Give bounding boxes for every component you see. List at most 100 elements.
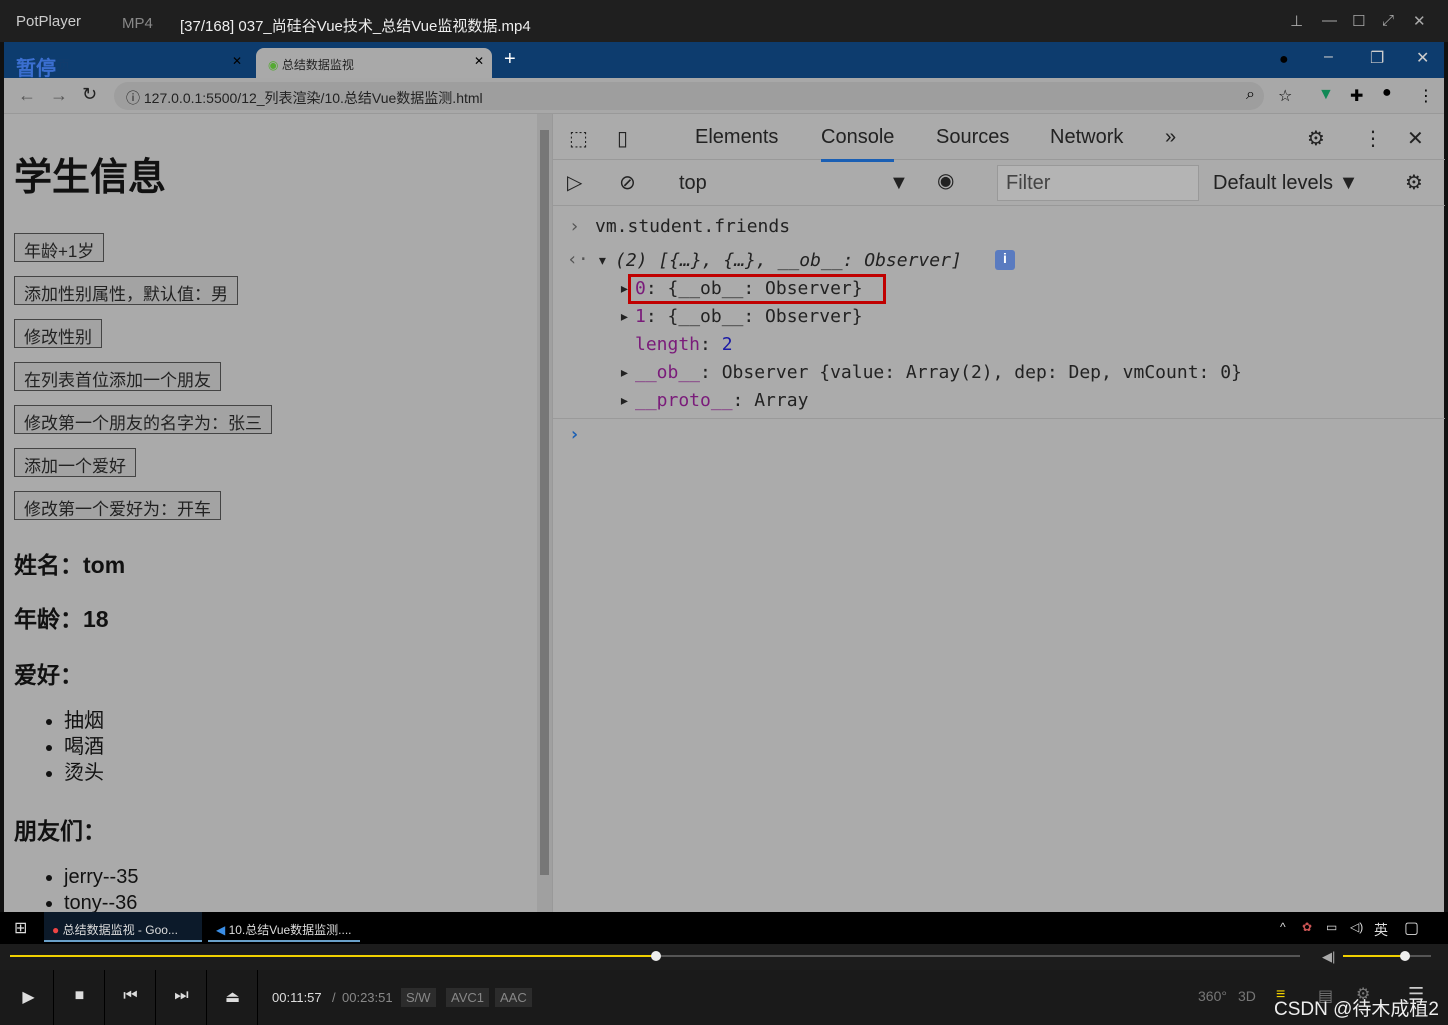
app-menu[interactable]: PotPlayer	[16, 13, 81, 30]
pause-overlay: 暂停	[16, 58, 56, 80]
avatar[interactable]: ●	[1382, 84, 1392, 102]
3d-icon[interactable]: 3D	[1238, 988, 1256, 1004]
volume-fill	[1343, 955, 1405, 957]
console-toolbar: ▷ ⊘ top ▼ ◉ Filter Default levels ▼ ⚙	[553, 160, 1445, 206]
context-select[interactable]: top	[679, 172, 707, 195]
rename-friend-button[interactable]: 修改第一个朋友的名字为：张三	[14, 405, 272, 434]
eject-button[interactable]: ⏏	[208, 970, 258, 1025]
ime-indicator[interactable]: 英	[1374, 920, 1388, 940]
add-friend-button[interactable]: 在列表首位添加一个朋友	[14, 362, 221, 391]
vue-icon: ◉	[268, 58, 279, 72]
more-icon[interactable]: ⋮	[1363, 126, 1383, 151]
battery-icon[interactable]: ▭	[1326, 920, 1337, 934]
video-codec-tag[interactable]: AVC1	[446, 988, 489, 1007]
scrollbar-thumb[interactable]	[540, 130, 549, 875]
record-icon[interactable]: ●	[1279, 51, 1289, 69]
taskbar-item-chrome[interactable]: ● 总结数据监视 - Goo...	[44, 912, 202, 942]
zoom-icon[interactable]: ⌕	[1246, 86, 1255, 104]
info-icon[interactable]: i	[995, 250, 1015, 270]
tab-elements[interactable]: Elements	[695, 126, 778, 149]
gear-icon[interactable]: ⚙	[1405, 170, 1423, 195]
more-tabs-icon[interactable]: »	[1165, 126, 1176, 149]
friends-heading: 朋友们：	[14, 818, 106, 844]
hobby-heading: 爱好：	[14, 662, 83, 688]
volume-handle[interactable]	[1399, 951, 1410, 961]
fullscreen-icon[interactable]: ⤢	[1382, 12, 1394, 29]
tab-sources[interactable]: Sources	[936, 126, 1009, 149]
back-icon[interactable]: ←	[18, 85, 36, 106]
array-row[interactable]: __ob__: Observer {value: Array(2), dep: …	[635, 362, 1242, 383]
clear-console-icon[interactable]: ⊘	[619, 170, 636, 195]
menu-icon[interactable]: ⋮	[1418, 86, 1434, 106]
sidebar-toggle-icon[interactable]: ▷	[567, 170, 582, 195]
total-time: 00:23:51	[342, 990, 393, 1005]
player-controls: ▶ ■ ⏮ ⏭ ⏏ 00:11:57 / 00:23:51 S/W AVC1 A…	[0, 970, 1448, 1025]
video-title: [37/168] 037_尚硅谷Vue技术_总结Vue监视数据.mp4	[180, 18, 531, 35]
array-summary[interactable]: (2) [{…}, {…}, __ob__: Observer]	[615, 250, 962, 271]
pin-icon[interactable]: ⊥	[1290, 12, 1303, 30]
inspect-icon[interactable]: ⬚	[569, 126, 588, 151]
audio-codec-tag[interactable]: AAC	[495, 988, 532, 1007]
levels-select[interactable]: Default levels ▼	[1213, 172, 1358, 195]
url-input[interactable]: ⓘ 127.0.0.1:5500/12_列表渲染/10.总结Vue数据监测.ht…	[114, 82, 1264, 110]
row-value: 2	[721, 334, 733, 355]
array-row[interactable]: 0: {__ob__: Observer}	[635, 278, 863, 299]
star-icon[interactable]: ☆	[1278, 86, 1292, 106]
gear-icon[interactable]: ⚙	[1307, 126, 1325, 151]
restore-icon[interactable]: ❐	[1370, 48, 1384, 68]
windows-start-icon[interactable]: ⊞	[14, 918, 27, 938]
play-button[interactable]: ▶	[4, 970, 54, 1025]
vscode-icon: ◀	[216, 923, 226, 937]
stop-button[interactable]: ■	[55, 970, 105, 1025]
chevron-down-icon[interactable]: ▼	[889, 172, 909, 195]
tab-active[interactable]: ◉ 总结数据监视 ✕	[256, 48, 492, 78]
new-tab-icon[interactable]: +	[504, 48, 516, 71]
prompt-icon: ›	[569, 216, 580, 237]
expand-icon[interactable]: ▸	[619, 306, 630, 327]
previous-button[interactable]: ⏮	[106, 970, 156, 1025]
eye-icon[interactable]: ◉	[937, 168, 954, 193]
close-icon[interactable]: ✕	[1413, 12, 1426, 30]
expand-icon[interactable]: ▸	[619, 390, 630, 411]
close-icon[interactable]: ✕	[1407, 126, 1424, 151]
vue-devtools-icon[interactable]: ▼	[1318, 86, 1334, 104]
close-icon[interactable]: ✕	[1416, 48, 1429, 68]
360-icon[interactable]: 360°	[1198, 988, 1227, 1004]
close-icon[interactable]: ✕	[232, 54, 242, 68]
row-value: : Array	[732, 390, 809, 411]
volume-icon[interactable]: ◀|	[1322, 949, 1335, 965]
minimize-icon[interactable]: –	[1324, 48, 1333, 66]
minimize-icon[interactable]: —	[1322, 12, 1337, 29]
filter-input[interactable]: Filter	[997, 165, 1199, 201]
tray-app-icon[interactable]: ✿	[1302, 920, 1312, 934]
array-row[interactable]: 1: {__ob__: Observer}	[635, 306, 863, 327]
forward-icon[interactable]: →	[50, 85, 68, 106]
extensions-icon[interactable]: ✚	[1350, 86, 1363, 106]
expand-icon[interactable]: ▸	[619, 362, 630, 383]
tray-chevron-icon[interactable]: ^	[1280, 920, 1286, 934]
add-hobby-button[interactable]: 添加一个爱好	[14, 448, 136, 477]
device-toolbar-icon[interactable]: ▯	[617, 126, 628, 151]
seek-bar[interactable]: ◀|	[0, 944, 1448, 970]
array-row[interactable]: __proto__: Array	[635, 390, 808, 411]
tab-console[interactable]: Console	[821, 126, 895, 162]
expand-icon[interactable]: ▾	[597, 250, 608, 271]
maximize-icon[interactable]: ☐	[1352, 12, 1365, 30]
row-key: 1	[635, 306, 646, 327]
add-sex-button[interactable]: 添加性别属性，默认值：男	[14, 276, 238, 305]
change-hobby-button[interactable]: 修改第一个爱好为：开车	[14, 491, 221, 520]
taskbar-item-vscode[interactable]: ◀ 10.总结Vue数据监测....	[208, 912, 360, 942]
age-plus-button[interactable]: 年龄+1岁	[14, 233, 105, 262]
next-button[interactable]: ⏭	[157, 970, 207, 1025]
volume-icon[interactable]: ◁)	[1350, 920, 1363, 934]
seek-handle[interactable]	[651, 951, 662, 961]
tab-network[interactable]: Network	[1050, 126, 1123, 149]
close-icon[interactable]: ✕	[474, 54, 484, 68]
decoder-tag[interactable]: S/W	[401, 988, 436, 1007]
change-sex-button[interactable]: 修改性别	[14, 319, 102, 348]
reload-icon[interactable]: ↻	[82, 84, 97, 105]
expand-icon[interactable]: ▸	[619, 278, 630, 299]
page-content: 学生信息 年龄+1岁 添加性别属性，默认值：男 修改性别 在列表首位添加一个朋友…	[4, 114, 537, 912]
notification-icon[interactable]: ▢	[1404, 918, 1419, 938]
console-prompt[interactable]: ›	[569, 424, 580, 445]
